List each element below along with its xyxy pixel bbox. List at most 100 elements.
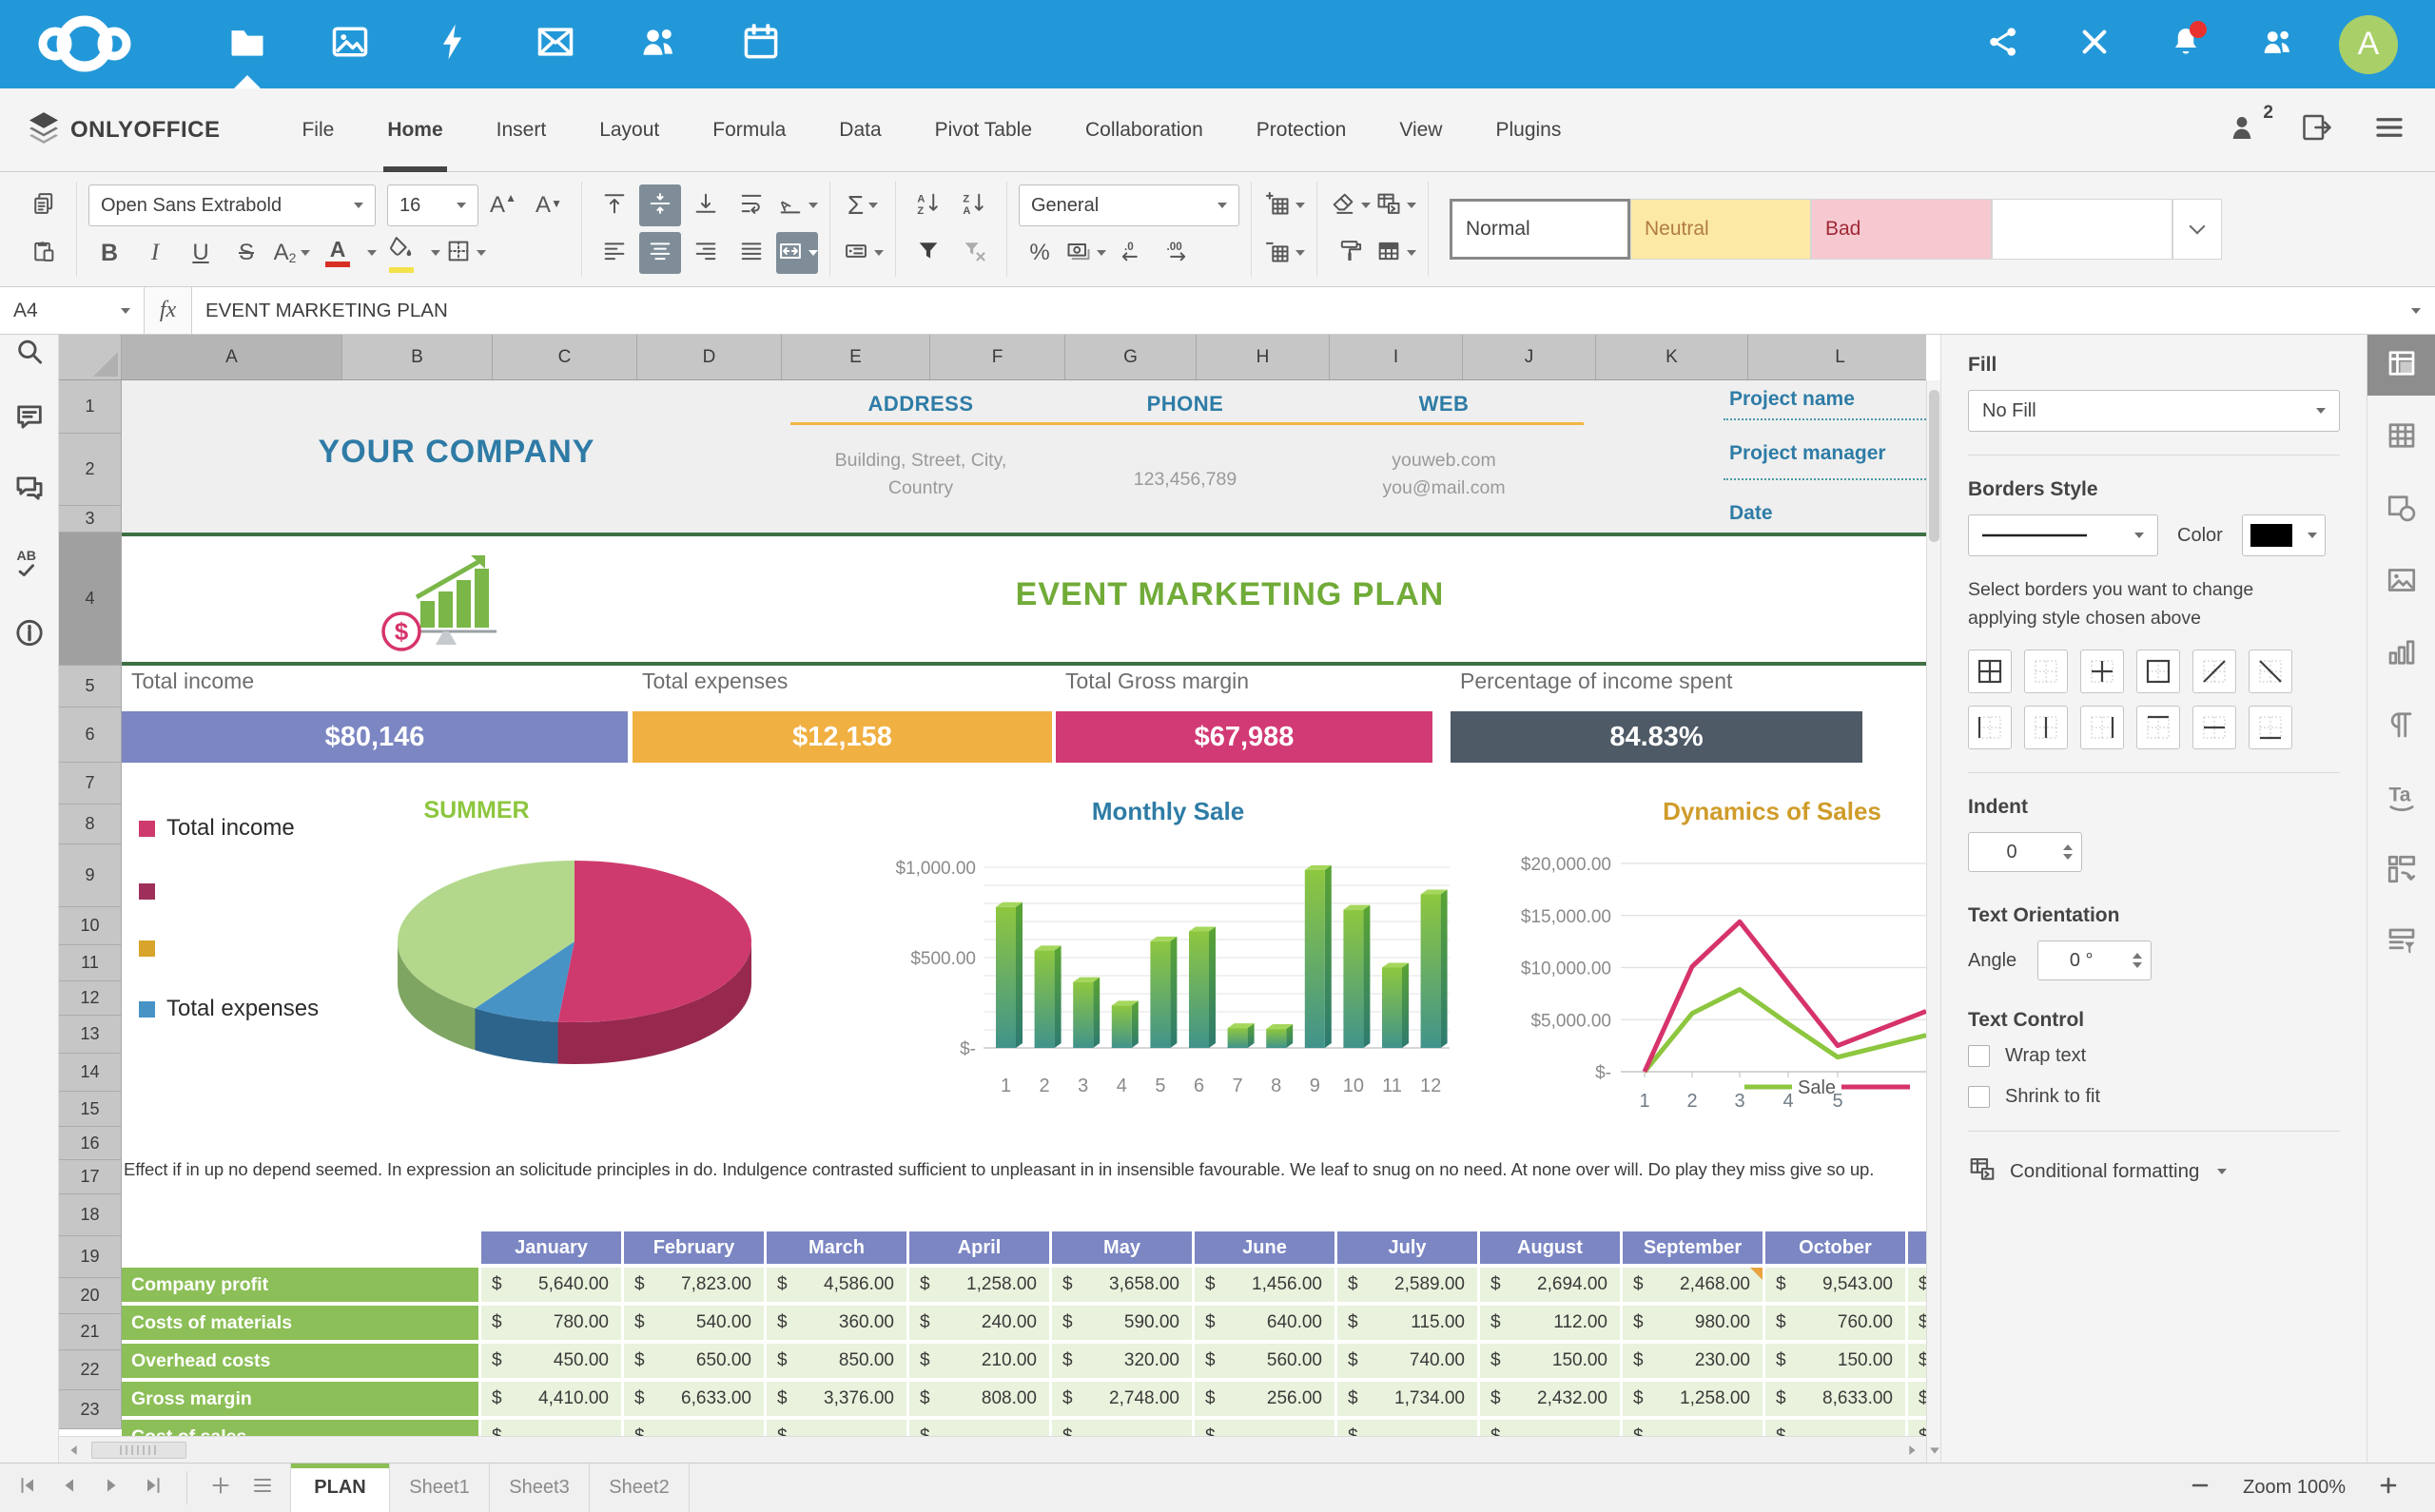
wrap-text-button[interactable] bbox=[730, 184, 772, 226]
italic-button[interactable]: I bbox=[134, 232, 176, 274]
row-header-18[interactable]: 18 bbox=[59, 1194, 122, 1236]
vertical-scrollbar[interactable] bbox=[1926, 380, 1940, 1463]
row-header-6[interactable]: 6 bbox=[59, 708, 122, 763]
scroll-right-button[interactable] bbox=[1898, 1438, 1926, 1463]
cell-june-3[interactable]: $560.00 bbox=[1195, 1344, 1334, 1378]
cell-january-2[interactable]: $780.00 bbox=[481, 1306, 621, 1340]
column-header-E[interactable]: E bbox=[782, 335, 930, 380]
cell-october-2[interactable]: $760.00 bbox=[1765, 1306, 1905, 1340]
cell-reference-box[interactable]: A4 bbox=[0, 287, 145, 334]
hamburger-menu-button[interactable] bbox=[2372, 110, 2406, 149]
filter-button[interactable] bbox=[907, 232, 949, 274]
border-diag-down-button[interactable] bbox=[2249, 649, 2292, 693]
cell-may-3[interactable]: $320.00 bbox=[1052, 1344, 1192, 1378]
horizontal-scrollbar[interactable] bbox=[59, 1436, 1926, 1463]
cell-style-normal[interactable]: Normal bbox=[1450, 199, 1630, 260]
row-header-7[interactable]: 7 bbox=[59, 763, 122, 804]
shrink-to-fit-checkbox[interactable] bbox=[1968, 1086, 1990, 1108]
cell-august-1[interactable]: $2,694.00 bbox=[1480, 1268, 1620, 1302]
app-files[interactable] bbox=[196, 0, 299, 88]
cell-july-2[interactable]: $115.00 bbox=[1337, 1306, 1477, 1340]
cell-september-2[interactable]: $980.00 bbox=[1623, 1306, 1763, 1340]
row-header-4[interactable]: 4 bbox=[59, 533, 122, 666]
cell-may-4[interactable]: $2,748.00 bbox=[1052, 1382, 1192, 1416]
pivot-settings-button[interactable] bbox=[2367, 841, 2435, 901]
format-as-table-button[interactable] bbox=[1374, 232, 1416, 274]
cell-april-2[interactable]: $240.00 bbox=[909, 1306, 1049, 1340]
indent-spinner[interactable]: 0 bbox=[1968, 832, 2082, 872]
close-button[interactable] bbox=[2049, 0, 2140, 88]
border-color-select[interactable] bbox=[2242, 514, 2326, 556]
row-header-10[interactable]: 10 bbox=[59, 907, 122, 945]
row-header-19[interactable]: 19 bbox=[59, 1236, 122, 1278]
column-header-H[interactable]: H bbox=[1197, 335, 1330, 380]
sheet-content[interactable]: YOUR COMPANYADDRESSPHONEWEBBuilding, Str… bbox=[122, 380, 1926, 1463]
menu-data[interactable]: Data bbox=[812, 88, 907, 172]
bold-button[interactable]: B bbox=[88, 232, 130, 274]
user-avatar-button[interactable]: A bbox=[2323, 0, 2414, 88]
column-header-B[interactable]: B bbox=[342, 335, 493, 380]
menu-home[interactable]: Home bbox=[360, 88, 469, 172]
row-header-5[interactable]: 5 bbox=[59, 666, 122, 708]
textart-settings-button[interactable]: Ta bbox=[2367, 768, 2435, 829]
next-sheet-button[interactable] bbox=[93, 1470, 129, 1506]
cell-june-1[interactable]: $1,456.00 bbox=[1195, 1268, 1334, 1302]
app-activity[interactable] bbox=[401, 0, 504, 88]
menu-view[interactable]: View bbox=[1373, 88, 1469, 172]
merge-cells-button[interactable] bbox=[776, 232, 818, 274]
align-justify-button[interactable] bbox=[730, 232, 772, 274]
border-diag-up-button[interactable] bbox=[2192, 649, 2236, 693]
row-header-21[interactable]: 21 bbox=[59, 1314, 122, 1350]
align-right-button[interactable] bbox=[685, 232, 727, 274]
cell-march-4[interactable]: $3,376.00 bbox=[767, 1382, 906, 1416]
cell-november-1[interactable]: $ bbox=[1908, 1268, 1926, 1302]
cell-october-1[interactable]: $9,543.00 bbox=[1765, 1268, 1905, 1302]
font-color-button[interactable]: A bbox=[317, 232, 359, 274]
menu-layout[interactable]: Layout bbox=[573, 88, 686, 172]
copy-button[interactable] bbox=[23, 184, 65, 226]
zoom-out-button[interactable] bbox=[2182, 1470, 2218, 1506]
menu-formula[interactable]: Formula bbox=[686, 88, 812, 172]
sort-ascending-button[interactable]: AZ bbox=[907, 184, 949, 226]
previous-sheet-button[interactable] bbox=[51, 1470, 88, 1506]
wrap-text-checkbox[interactable] bbox=[1968, 1045, 1990, 1067]
expand-formula-bar-button[interactable] bbox=[2391, 287, 2435, 334]
sheet-tab-sheet3[interactable]: Sheet3 bbox=[490, 1464, 590, 1512]
notifications-button[interactable] bbox=[2140, 0, 2231, 88]
valign-middle-button[interactable] bbox=[639, 184, 681, 226]
column-header-D[interactable]: D bbox=[637, 335, 782, 380]
app-contacts[interactable] bbox=[607, 0, 710, 88]
cell-july-3[interactable]: $740.00 bbox=[1337, 1344, 1477, 1378]
border-outside-button[interactable] bbox=[2136, 649, 2180, 693]
insert-cells-button[interactable] bbox=[1263, 184, 1305, 226]
app-photos[interactable] bbox=[299, 0, 401, 88]
row-header-17[interactable]: 17 bbox=[59, 1160, 122, 1194]
formula-input[interactable]: EVENT MARKETING PLAN bbox=[192, 287, 2391, 334]
align-center-button[interactable] bbox=[639, 232, 681, 274]
column-header-G[interactable]: G bbox=[1065, 335, 1197, 380]
fill-color-button[interactable] bbox=[380, 232, 422, 274]
font-name-select[interactable]: Open Sans Extrabold bbox=[88, 184, 376, 226]
font-color-caret-icon[interactable] bbox=[367, 250, 377, 256]
column-header-C[interactable]: C bbox=[493, 335, 637, 380]
open-file-location-button[interactable] bbox=[2300, 110, 2334, 149]
border-left-button[interactable] bbox=[1968, 706, 2012, 749]
row-header-11[interactable]: 11 bbox=[59, 945, 122, 981]
cell-february-1[interactable]: $7,823.00 bbox=[624, 1268, 764, 1302]
nextcloud-logo-icon[interactable] bbox=[13, 0, 156, 88]
border-right-button[interactable] bbox=[2080, 706, 2124, 749]
copy-style-button[interactable] bbox=[1329, 232, 1371, 274]
row-header-8[interactable]: 8 bbox=[59, 804, 122, 844]
column-header-I[interactable]: I bbox=[1330, 335, 1463, 380]
border-center-v-button[interactable] bbox=[2024, 706, 2068, 749]
shape-settings-button[interactable] bbox=[2367, 479, 2435, 540]
zoom-in-button[interactable] bbox=[2370, 1470, 2406, 1506]
cell-november-4[interactable]: $ bbox=[1908, 1382, 1926, 1416]
cell-july-4[interactable]: $1,734.00 bbox=[1337, 1382, 1477, 1416]
row-header-22[interactable]: 22 bbox=[59, 1350, 122, 1390]
cell-style-empty[interactable] bbox=[1992, 199, 2172, 260]
column-header-L[interactable]: L bbox=[1748, 335, 1926, 380]
sheet-tab-plan[interactable]: PLAN bbox=[290, 1464, 390, 1512]
cell-may-1[interactable]: $3,658.00 bbox=[1052, 1268, 1192, 1302]
border-inside-button[interactable] bbox=[2080, 649, 2124, 693]
